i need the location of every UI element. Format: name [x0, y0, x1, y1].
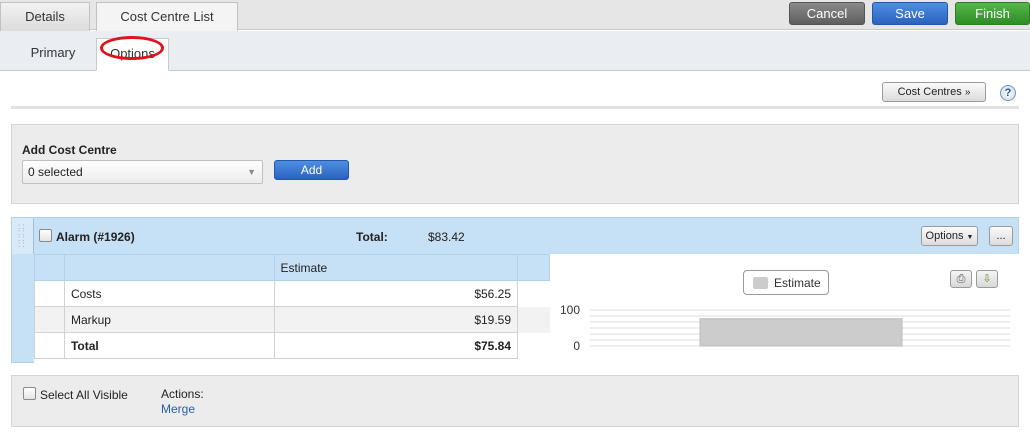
group-total-value: $83.42 — [428, 230, 465, 244]
save-button[interactable]: Save — [872, 2, 948, 25]
table-header-estimate: Estimate — [273, 254, 519, 281]
table-header-blank-3 — [517, 254, 550, 281]
table-header-row: Estimate — [34, 254, 550, 281]
table-cell — [34, 306, 65, 333]
table-cell — [34, 332, 65, 359]
tab-primary-label: Primary — [30, 45, 76, 60]
cancel-button[interactable]: Cancel — [789, 2, 865, 25]
chart-panel: Estimate ⎙ ⇩ 100 0 — [550, 254, 1019, 363]
table-row-value: $75.84 — [273, 332, 519, 359]
caret-down-icon: ▼ — [966, 234, 974, 241]
cost-centres-button-label: Cost Centres — [897, 86, 962, 98]
cost-centres-button[interactable]: Cost Centres » — [882, 82, 986, 102]
help-icon[interactable]: ? — [1000, 85, 1016, 101]
tab-cost-centre-list[interactable]: Cost Centre List — [96, 2, 238, 32]
select-all-checkbox[interactable] — [23, 387, 36, 400]
tab-primary[interactable]: Primary — [22, 38, 84, 71]
table-cell — [518, 333, 550, 359]
table-cell — [34, 280, 65, 307]
tab-details[interactable]: Details — [0, 2, 90, 31]
chart-tick-label: 100 — [560, 303, 580, 317]
table-cell — [518, 281, 550, 307]
chart-tick-label: 0 — [573, 339, 580, 353]
cost-centre-group: : :: :: :: : Alarm (#1926) Total: $83.42… — [11, 217, 1019, 363]
table-header-blank-2 — [63, 254, 275, 281]
highlight-circle — [100, 36, 164, 60]
table-row-value: $19.59 — [273, 306, 519, 333]
cost-centre-select-value: 0 selected — [28, 165, 83, 179]
footer-panel: Select All Visible Actions: Merge — [11, 375, 1019, 427]
sub-tab-bar: Primary Options — [0, 31, 1030, 71]
grip-icon: : :: :: :: : — [18, 222, 25, 249]
double-chevron-down-icon: » — [964, 87, 971, 98]
group-name: Alarm (#1926) — [56, 230, 135, 244]
table-row-label: Costs — [63, 280, 275, 307]
group-total-label: Total: — [356, 230, 388, 244]
finish-button[interactable]: Finish — [955, 2, 1030, 25]
merge-link[interactable]: Merge — [161, 402, 195, 416]
top-tab-bar: Details Cost Centre List Cancel Save Fin… — [0, 0, 1030, 32]
select-all-label: Select All Visible — [40, 388, 128, 402]
table-header-blank — [34, 254, 65, 281]
divider — [11, 106, 1019, 109]
group-checkbox[interactable] — [39, 229, 52, 242]
table-row-label: Markup — [63, 306, 275, 333]
chevron-down-icon: ▼ — [247, 167, 256, 177]
table-row: Markup $19.59 — [34, 306, 550, 333]
tab-cost-centre-list-label: Cost Centre List — [120, 9, 214, 24]
chart-bar — [699, 318, 903, 347]
more-button[interactable]: ... — [989, 226, 1013, 246]
add-cost-centre-panel: Add Cost Centre 0 selected ▼ Add — [11, 124, 1019, 204]
table-row: Total $75.84 — [34, 332, 550, 359]
group-options-label: Options — [925, 230, 964, 242]
table-row: Costs $56.25 — [34, 280, 550, 307]
estimate-chart: 100 0 — [560, 303, 1010, 353]
actions-label: Actions: — [161, 387, 204, 401]
table-row-value: $56.25 — [273, 280, 519, 307]
estimate-table: Estimate Costs $56.25 Markup $19.59 Tota… — [34, 254, 550, 359]
drag-handle[interactable]: : :: :: :: : — [12, 218, 34, 254]
cost-centre-select[interactable]: 0 selected ▼ — [22, 160, 263, 184]
add-button[interactable]: Add — [274, 160, 349, 180]
group-options-button[interactable]: Options ▼ — [921, 226, 978, 246]
table-row-label: Total — [63, 332, 275, 359]
add-cost-centre-heading: Add Cost Centre — [22, 143, 117, 157]
tab-details-label: Details — [25, 9, 65, 24]
table-cell — [518, 307, 550, 333]
